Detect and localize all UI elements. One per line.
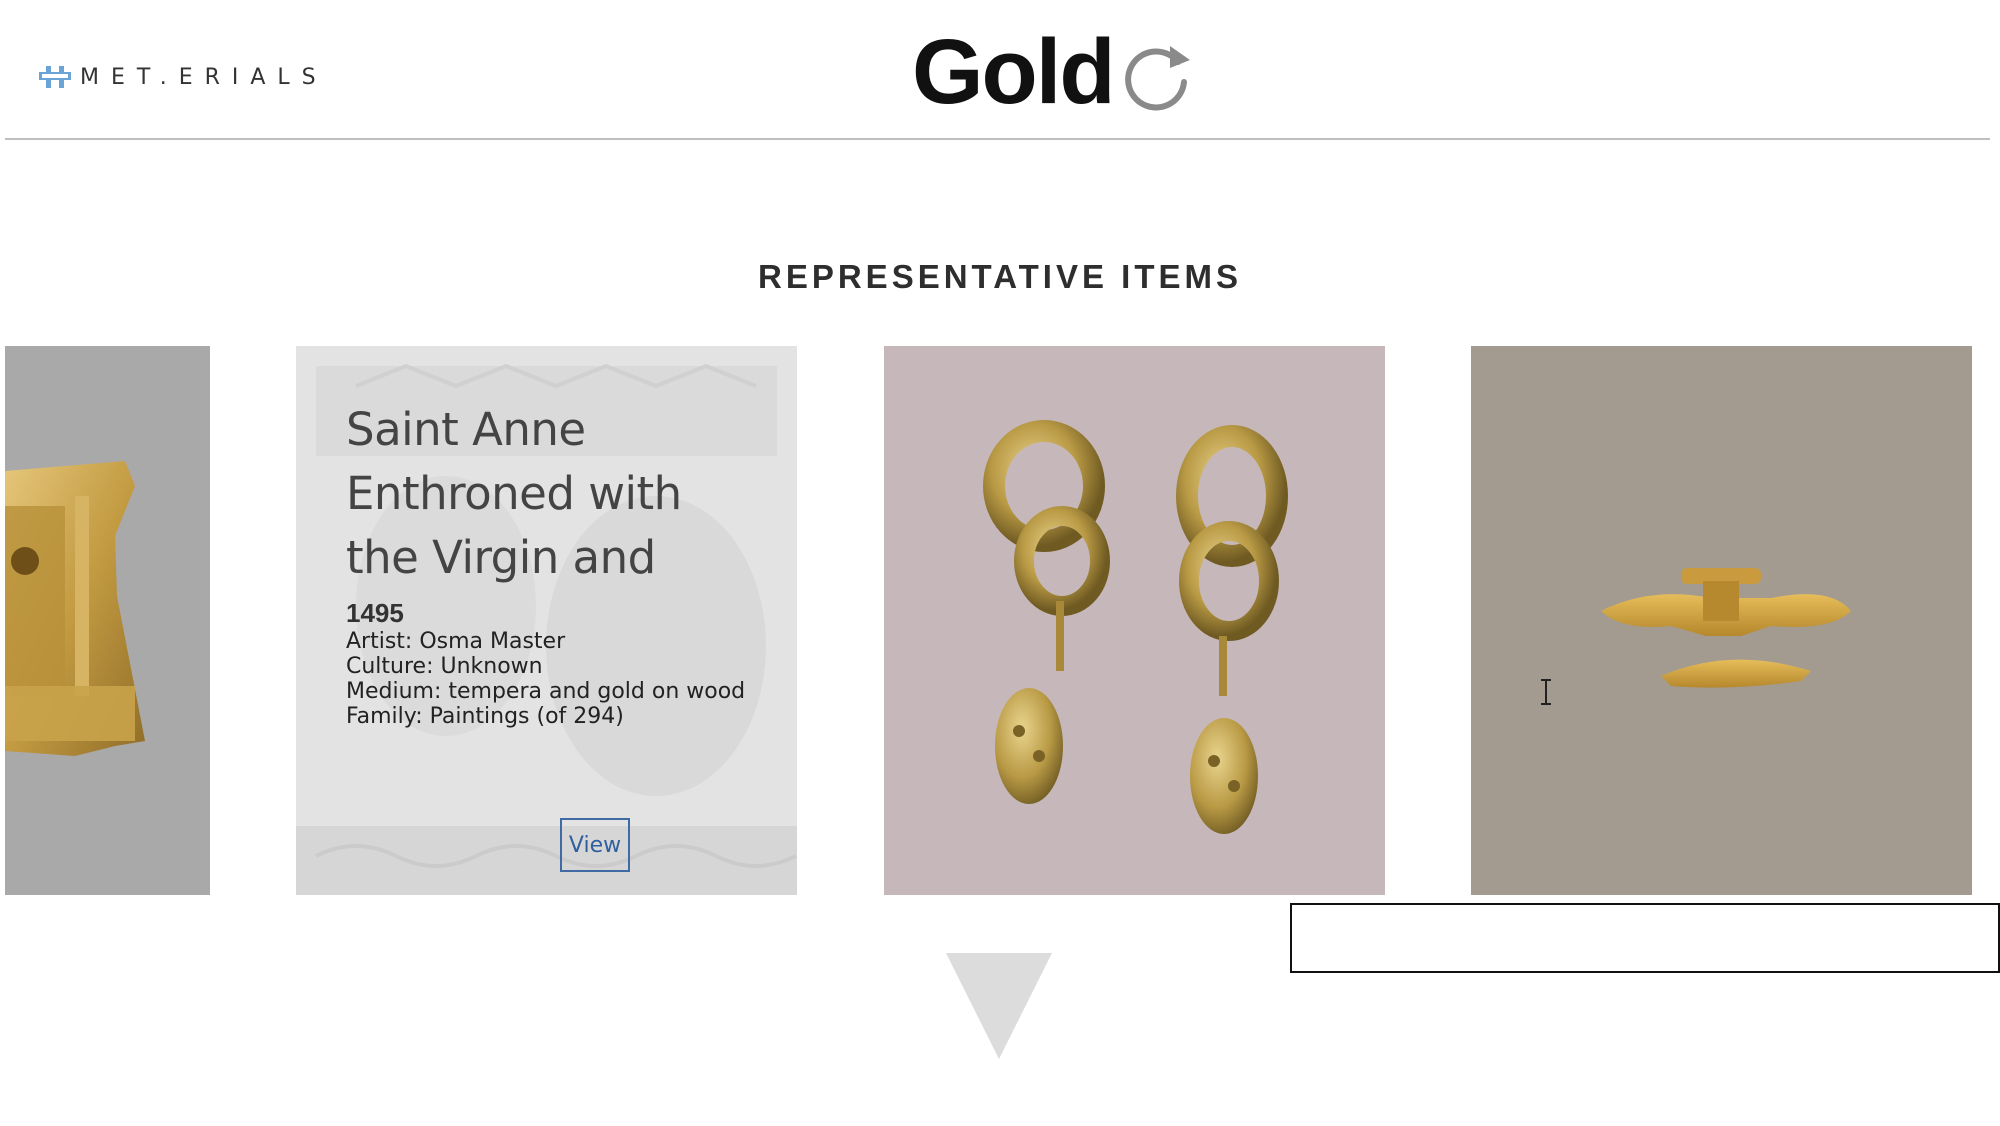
gold-earrings-image	[884, 346, 1385, 895]
item-card-saint-anne[interactable]: Saint Anne Enthroned with the Virgin and…	[296, 346, 797, 895]
item-info: Saint Anne Enthroned with the Virgin and…	[346, 398, 766, 872]
view-button[interactable]: View	[560, 818, 630, 872]
item-card-gold-ornament[interactable]	[1471, 346, 1972, 895]
section-title: REPRESENTATIVE ITEMS	[758, 258, 1242, 295]
item-medium: Medium: tempera and gold on wood	[346, 679, 746, 704]
logo-text: MET.ERIALS	[80, 64, 328, 90]
item-culture: Culture: Unknown	[346, 654, 543, 679]
text-cursor-icon	[1538, 678, 1554, 706]
gold-figure-image	[5, 461, 145, 756]
item-artist: Artist: Osma Master	[346, 629, 566, 654]
item-year: 1495	[346, 598, 404, 628]
item-family: Family: Paintings (of 294)	[346, 704, 624, 729]
gold-ornament-image	[1471, 346, 1972, 895]
down-arrow-icon[interactable]	[946, 953, 1052, 1059]
header-divider	[5, 138, 1990, 140]
logo[interactable]: MET.ERIALS	[38, 62, 328, 92]
refresh-icon[interactable]	[1118, 38, 1196, 116]
item-title: Saint Anne Enthroned with the Virgin and	[346, 403, 682, 584]
caption-box	[1290, 903, 2000, 973]
metals-logo-icon	[38, 62, 72, 92]
header: MET.ERIALS Gold	[0, 0, 2000, 140]
page-title: Gold	[912, 21, 1116, 123]
item-card-gold-earrings[interactable]	[884, 346, 1385, 895]
item-card-gold-figure[interactable]	[5, 346, 210, 895]
